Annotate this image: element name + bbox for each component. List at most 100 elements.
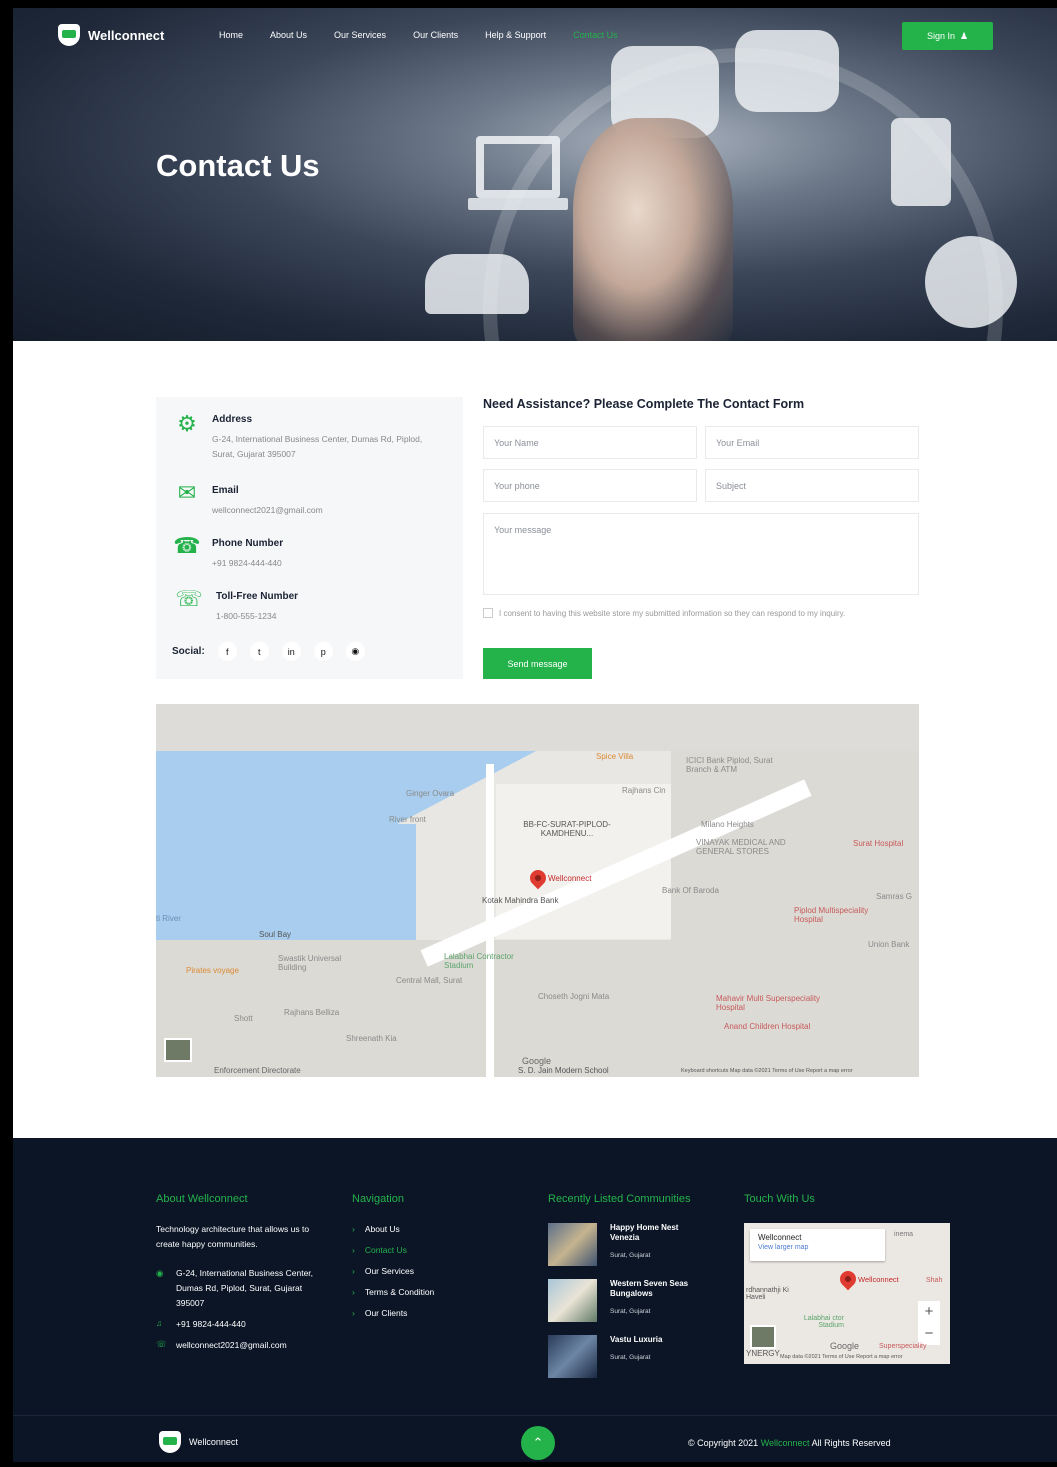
map-label: Milano Heights xyxy=(701,820,754,829)
send-message-button[interactable]: Send message xyxy=(483,648,592,679)
map-info-card: Wellconnect View larger map xyxy=(750,1229,885,1261)
chevron-right-icon: › xyxy=(352,1287,355,1297)
main-menu: Home About Us Our Services Our Clients H… xyxy=(219,30,618,40)
phone-input[interactable]: Your phone xyxy=(483,469,697,502)
tablet-icon xyxy=(891,118,951,206)
linkedin-icon[interactable]: in xyxy=(281,642,301,661)
nav-home[interactable]: Home xyxy=(219,30,243,40)
map-label: Rajhans Cin xyxy=(622,786,666,795)
minimap-label: inema xyxy=(894,1231,914,1238)
minimap-label: YNERGY xyxy=(746,1349,780,1358)
satellite-toggle[interactable] xyxy=(164,1038,192,1062)
name-input[interactable]: Your Name xyxy=(483,426,697,459)
river-water-lower xyxy=(156,824,416,944)
map-road xyxy=(486,764,494,1077)
footer-nav-label: Our Services xyxy=(364,1266,414,1276)
facebook-icon[interactable]: f xyxy=(217,642,237,661)
zoom-controls: + − xyxy=(918,1301,940,1345)
brand-logo[interactable]: Wellconnect xyxy=(58,24,164,46)
map-label: Choseth Jogni Mata xyxy=(538,992,610,1001)
hero-banner: Wellconnect Home About Us Our Services O… xyxy=(13,8,1057,341)
footer-about-text: Technology architecture that allows us t… xyxy=(156,1224,310,1249)
contact-info-card: ⚙ Address G-24, International Business C… xyxy=(156,397,463,679)
nav-contact-us[interactable]: Contact Us xyxy=(573,30,618,40)
copyright-brand[interactable]: Wellconnect xyxy=(761,1438,810,1448)
map-attribution: Keyboard shortcuts Map data ©2021 Terms … xyxy=(681,1068,853,1074)
footer-phone[interactable]: +91 9824-444-440 xyxy=(176,1317,246,1332)
map-marker-label: Wellconnect xyxy=(548,874,592,883)
back-to-top-button[interactable]: ⌃ xyxy=(521,1426,555,1460)
tollfree-block: ☏ Toll-Free Number 1-800-555-1234 xyxy=(172,585,298,624)
laptop-base xyxy=(468,198,568,210)
zoom-out-button[interactable]: − xyxy=(918,1323,940,1345)
map-label: Lalabhai Contractor Stadium xyxy=(444,952,514,970)
view-larger-map-link[interactable]: View larger map xyxy=(758,1244,877,1251)
footer-email[interactable]: wellconnect2021@gmail.com xyxy=(176,1338,287,1353)
community-item[interactable]: Vastu Luxuria Surat, Gujarat xyxy=(548,1335,705,1378)
email-value[interactable]: wellconnect2021@gmail.com xyxy=(212,503,323,518)
email-input[interactable]: Your Email xyxy=(705,426,919,459)
zoom-in-button[interactable]: + xyxy=(918,1301,940,1323)
map-label: Pirates voyage xyxy=(186,966,239,975)
nav-our-clients[interactable]: Our Clients xyxy=(413,30,458,40)
community-name: Happy Home Nest Venezia xyxy=(610,1223,679,1242)
copyright-suffix: All Rights Reserved xyxy=(811,1438,891,1448)
footer-address: G-24, International Business Center, Dum… xyxy=(176,1268,314,1308)
subject-input[interactable]: Subject xyxy=(705,469,919,502)
headset-icon: ☏ xyxy=(156,1339,167,1349)
message-textarea[interactable]: Your message xyxy=(483,513,919,595)
nav-our-services[interactable]: Our Services xyxy=(334,30,386,40)
footer-brand-logo[interactable]: Wellconnect xyxy=(159,1431,238,1453)
user-icon: ♟ xyxy=(959,30,969,41)
map-label: VINAYAK MEDICAL AND GENERAL STORES xyxy=(696,838,786,856)
phone-value[interactable]: +91 9824-444-440 xyxy=(212,556,283,571)
email-label: Email xyxy=(212,485,239,496)
community-location: Surat, Gujarat xyxy=(610,1308,651,1315)
phone-icon: ☎ xyxy=(173,533,201,558)
chevron-right-icon: › xyxy=(352,1245,355,1255)
form-title: Need Assistance? Please Complete The Con… xyxy=(483,397,805,411)
users-icon xyxy=(425,254,529,314)
consent-checkbox[interactable] xyxy=(483,608,493,618)
page-title: Contact Us xyxy=(156,148,320,183)
top-navigation: Wellconnect Home About Us Our Services O… xyxy=(13,8,1057,62)
map-place-name: Wellconnect xyxy=(758,1233,802,1242)
satellite-toggle[interactable] xyxy=(750,1325,776,1349)
map-label: Kotak Mahindra Bank xyxy=(482,896,559,905)
community-thumbnail xyxy=(548,1279,597,1322)
twitter-icon[interactable]: t xyxy=(249,642,269,661)
tollfree-value[interactable]: 1-800-555-1234 xyxy=(216,609,298,624)
map-label: ICICI Bank Piplod, Surat Branch & ATM xyxy=(686,756,773,774)
community-item[interactable]: Happy Home Nest Venezia Surat, Gujarat xyxy=(548,1223,705,1266)
footer-brand-name: Wellconnect xyxy=(189,1437,238,1447)
location-map[interactable]: Spice Villa ICICI Bank Piplod, Surat Bra… xyxy=(156,704,919,1077)
chevron-right-icon: › xyxy=(352,1308,355,1318)
footer-nav-terms[interactable]: › Terms & Condition xyxy=(352,1287,434,1297)
footer-nav-services[interactable]: › Our Services xyxy=(352,1266,414,1276)
map-label: Samras G xyxy=(876,892,913,901)
map-label: River front xyxy=(389,815,426,824)
map-label: Union Bank xyxy=(868,940,910,949)
chevron-up-icon: ⌃ xyxy=(532,1435,544,1450)
map-label: ti River xyxy=(156,914,181,923)
community-item[interactable]: Western Seven Seas Bungalows Surat, Gujar… xyxy=(548,1279,705,1322)
pinterest-icon[interactable]: p xyxy=(313,642,333,661)
sign-in-label: Sign In xyxy=(926,31,955,41)
footer-mini-map[interactable]: Wellconnect View larger map inema Wellco… xyxy=(744,1223,950,1364)
chevron-right-icon: › xyxy=(352,1266,355,1276)
map-label: Piplod Multispeciality Hospital xyxy=(794,906,869,924)
footer-nav-about[interactable]: › About Us xyxy=(352,1224,400,1234)
footer-nav-clients[interactable]: › Our Clients xyxy=(352,1308,407,1318)
sign-in-button[interactable]: Sign In ♟ xyxy=(902,22,993,50)
minimap-label: Shah xyxy=(926,1277,943,1284)
map-label: Swastik Universal Building xyxy=(278,954,342,972)
tollfree-label: Toll-Free Number xyxy=(216,591,299,602)
map-label: Bank Of Baroda xyxy=(662,886,719,895)
wellconnect-mini-pin[interactable] xyxy=(836,1267,860,1291)
footer-nav-contact[interactable]: › Contact Us xyxy=(352,1245,407,1255)
nav-about-us[interactable]: About Us xyxy=(270,30,307,40)
map-label: S. D. Jain Modern School xyxy=(518,1066,609,1075)
instagram-icon[interactable]: ◉ xyxy=(345,642,365,661)
nav-help-support[interactable]: Help & Support xyxy=(485,30,546,40)
google-logo: Google xyxy=(830,1341,860,1351)
